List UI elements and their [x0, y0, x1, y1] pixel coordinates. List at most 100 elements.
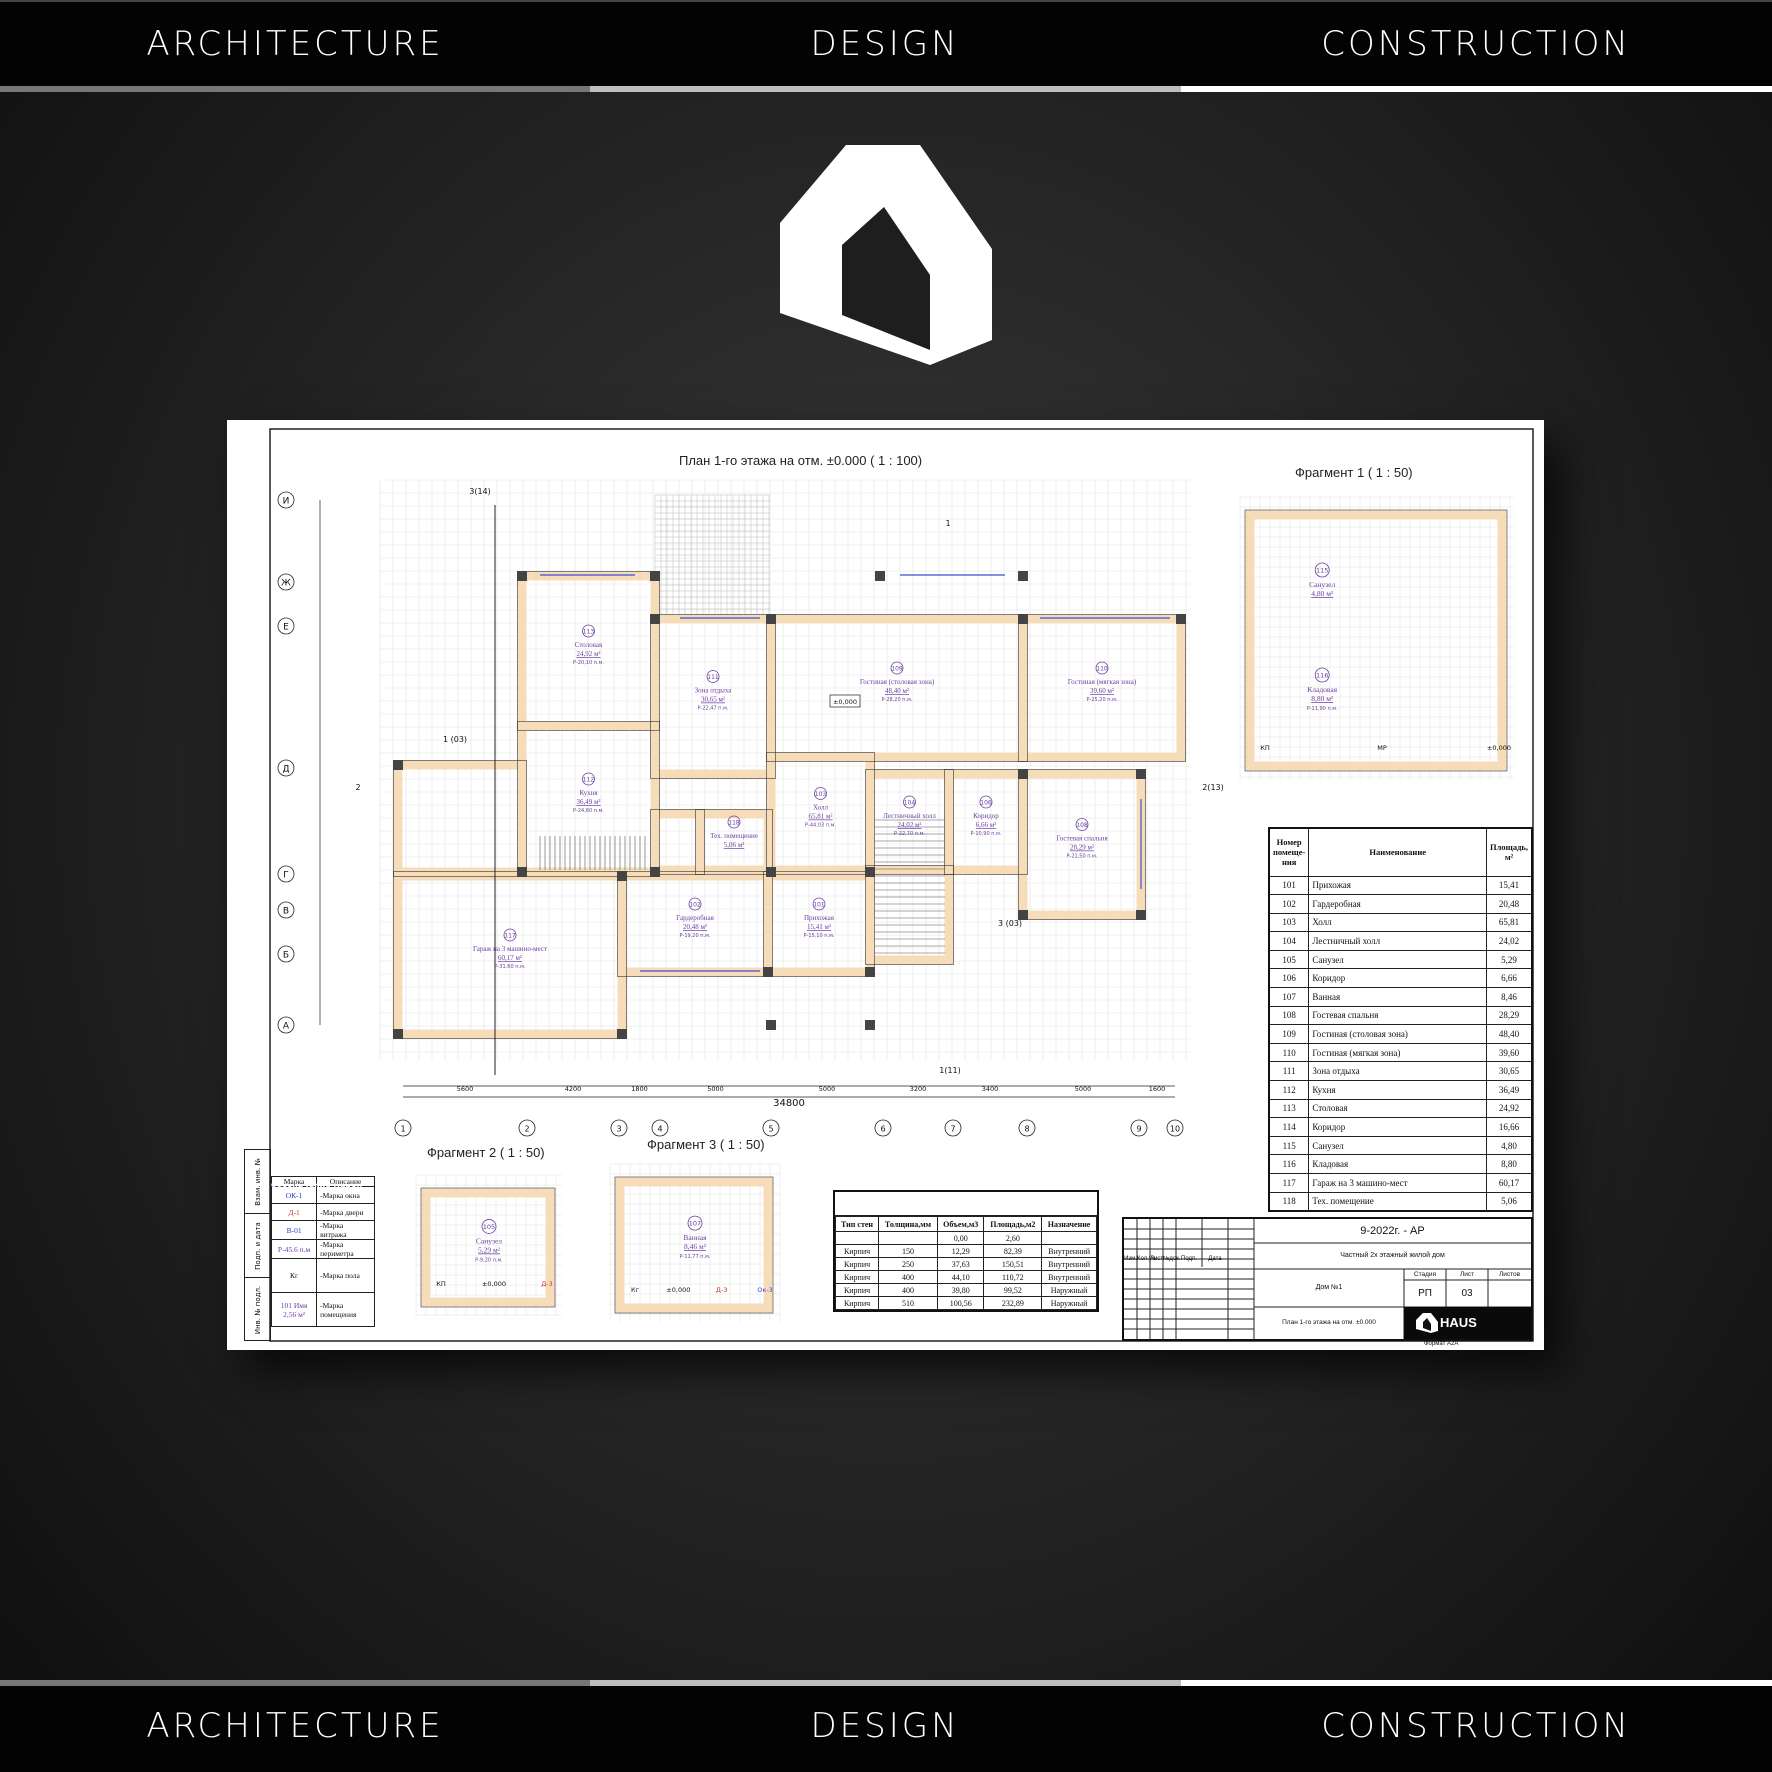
dimension-value: 5000 — [819, 1085, 836, 1093]
fragment-mark: Д-3 — [716, 1286, 728, 1294]
wall-spec-title: Спецификация стен 1 этажа — [835, 1192, 1097, 1216]
column — [393, 1029, 403, 1039]
room-area: 6,66 м² — [976, 821, 997, 829]
room-perimeter: Р-15,10 п.м. — [804, 933, 835, 939]
room-name: Гардеробная — [676, 914, 714, 922]
axis-label: 1 — [400, 1125, 405, 1134]
table-row: 118 Тех. помещение 5,06 — [1268, 1191, 1533, 1212]
room-number: 115 — [1316, 567, 1328, 575]
table-row-cell: 24,92 — [1486, 1098, 1533, 1119]
table-row-cell: -Марка витража — [316, 1220, 375, 1240]
table-row-cell: Столовая — [1308, 1098, 1488, 1119]
table-row-cell: 100,56 — [936, 1296, 985, 1310]
room-name: Прихожая — [804, 914, 835, 922]
table-row: 101 Прихожая 15,41 — [1268, 875, 1533, 896]
table-row: Кирпич 250 37,63 150,51 Внутренний — [834, 1257, 1097, 1271]
revision-header: Подп. — [1181, 1256, 1197, 1262]
table-row-cell: Холл — [1308, 912, 1488, 933]
axis-label: А — [283, 1022, 290, 1032]
axis-label: Е — [283, 623, 289, 633]
table-row: 109 Гостиная (столовая зона) 48,40 — [1268, 1024, 1533, 1044]
room-number: 105 — [483, 1223, 495, 1231]
column-header: Тип стен — [834, 1216, 880, 1232]
room-number: 118 — [728, 820, 740, 827]
fragment-3-title: Фрагмент 3 ( 1 : 50) — [647, 1137, 765, 1152]
fragment-wall — [1245, 510, 1507, 771]
table-row-cell: 39,80 — [936, 1283, 985, 1297]
revision-header: Кол.уч. — [1137, 1256, 1157, 1262]
table-row: 105 Санузел 5,29 — [1268, 949, 1533, 970]
table-row-cell: 36,49 — [1486, 1080, 1533, 1100]
table-row: 0,00 2,60 — [834, 1231, 1097, 1245]
fragment-mark: ±0,000 — [666, 1286, 690, 1294]
sheet-value: 03 — [1461, 1288, 1473, 1299]
fragment-mark: КП — [436, 1280, 446, 1288]
column — [875, 571, 885, 581]
axis-label: В — [283, 907, 289, 917]
table-row-cell: 232,89 — [983, 1296, 1043, 1310]
axis-label: 8 — [1024, 1125, 1029, 1134]
axis-label: Ж — [281, 579, 291, 589]
axis-label: Д — [282, 765, 289, 775]
column-header: Площадь, м² — [1486, 827, 1533, 877]
stage-value: РП — [1418, 1288, 1432, 1299]
dimension-value: 5000 — [1075, 1085, 1092, 1093]
wall — [650, 809, 705, 875]
banner-architecture: ARCHITECTURE — [146, 1706, 444, 1746]
table-row-cell: Кирпич — [834, 1270, 880, 1284]
revision-header: Лист — [1150, 1256, 1164, 1262]
table-row-cell: Внутренний — [1041, 1244, 1097, 1258]
table-row-cell: 82,39 — [983, 1244, 1043, 1258]
column — [650, 614, 660, 624]
axis-label: 5 — [768, 1125, 773, 1134]
axis-label: Б — [283, 951, 289, 961]
banner-design: DESIGN — [810, 24, 960, 64]
room-name: Санузел — [1309, 580, 1335, 589]
brand-name: HAUS — [1440, 1315, 1477, 1330]
table-row-cell: 110 — [1268, 1042, 1310, 1063]
table-row-cell: Гостиная (столовая зона) — [1308, 1024, 1488, 1044]
table-row-cell: Д-1 — [270, 1203, 318, 1221]
fragment-grid — [1239, 496, 1514, 780]
table-row: Кирпич 510 100,56 232,89 Наружный — [834, 1296, 1097, 1310]
side-stamp: Взам. инв. № Подп. и дата Инв. № подл. — [244, 1149, 271, 1341]
table-row-cell: Гостевая спальня — [1308, 1005, 1488, 1026]
table-row-cell: Кладовая — [1308, 1154, 1488, 1174]
room-area: 39,60 м² — [1090, 687, 1114, 695]
table-row-cell: 16,66 — [1486, 1117, 1533, 1137]
room-name: Лестничный холл — [883, 812, 936, 820]
table-row-cell — [834, 1231, 880, 1245]
table-row-cell: 99,52 — [983, 1283, 1043, 1297]
table-row-cell: Кг — [270, 1258, 318, 1293]
column — [865, 867, 875, 877]
table-row: Кирпич 150 12,29 82,39 Внутренний — [834, 1244, 1097, 1258]
room-number: 108 — [1076, 822, 1088, 829]
room-name: Гостиная (столовая зона) — [860, 678, 935, 686]
dimension-value: 1800 — [631, 1085, 648, 1093]
column — [865, 967, 875, 977]
table-row: Д-1 -Марка двери — [270, 1203, 375, 1221]
room-name: Зона отдыха — [695, 687, 733, 695]
table-row-cell: 102 — [1268, 894, 1310, 914]
room-area: 8,46 м² — [684, 1242, 707, 1251]
table-row-cell: 118 — [1268, 1191, 1310, 1212]
room-number: 106 — [980, 800, 992, 807]
table-row-cell: 117 — [1268, 1173, 1310, 1193]
banner-bar — [1181, 86, 1772, 92]
column — [1018, 769, 1028, 779]
axis-label: Г — [283, 871, 289, 881]
dimension-value: 4200 — [565, 1085, 582, 1093]
section-mark: 1(11) — [939, 1066, 961, 1075]
table-row: 102 Гардеробная 20,48 — [1268, 894, 1533, 914]
banner-bar — [590, 1680, 1181, 1686]
table-row: 108 Гостевая спальня 28,29 — [1268, 1005, 1533, 1026]
legend-title: Условное обозначение марок — [271, 1162, 363, 1189]
banner-bar — [1181, 1680, 1772, 1686]
room-explication-table: Экспликация помещений 1-го этажа на отм.… — [1268, 805, 1533, 1212]
plan-title: План 1-го этажа на отм. ±0.000 ( 1 : 100… — [679, 453, 923, 468]
stamp-field: Подп. и дата — [253, 1221, 262, 1270]
table-row: 106 Коридор 6,66 — [1268, 968, 1533, 989]
table-row-cell: Зона отдыха — [1308, 1061, 1488, 1082]
column-header: Площадь,м2 — [983, 1216, 1043, 1232]
table-row-cell: 150 — [878, 1244, 938, 1258]
